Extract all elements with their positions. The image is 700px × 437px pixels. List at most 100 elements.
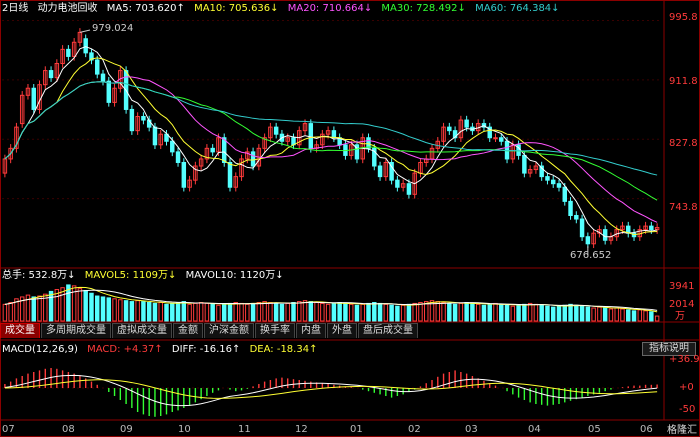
ma5-value: MA5: 703.620↑ <box>106 3 185 14</box>
brand-logo: 格隆汇 <box>667 425 697 436</box>
tab-multi-period-volume[interactable]: 多周期成交量 <box>41 323 111 338</box>
candle-down <box>210 147 215 153</box>
price-header: 2日线 动力电池回收 MA5: 703.620↑ MA10: 705.636↓ … <box>2 3 566 15</box>
volume-bar-down <box>499 303 504 322</box>
x-label-month: 02 <box>408 424 421 435</box>
ma30-value: MA30: 728.492↓ <box>381 3 466 14</box>
volume-bar-down <box>585 306 591 322</box>
period-label[interactable]: 2日线 <box>2 3 28 14</box>
volume-bar-up <box>77 288 83 322</box>
volume-axis-label: 2014 <box>669 299 695 310</box>
volume-bar-down <box>366 302 371 322</box>
macd-axis-label: -50 <box>679 404 696 415</box>
macd-value: MACD: +4.37↑ <box>87 344 163 355</box>
volume-bar-down <box>170 302 175 322</box>
tab-inner[interactable]: 内盘 <box>296 323 326 338</box>
x-label-month: 08 <box>62 424 75 435</box>
volume-bar-down <box>487 303 492 322</box>
x-label-month: 01 <box>350 424 363 435</box>
ma60-value: MA60: 764.384↓ <box>475 3 560 14</box>
candle-down <box>562 186 567 202</box>
volume-bar-up <box>400 304 406 322</box>
volume-bar-down <box>146 302 152 322</box>
candle-down <box>100 73 106 82</box>
candle-down <box>499 137 504 142</box>
volume-bar-down <box>464 302 469 322</box>
candle-down <box>556 183 562 188</box>
volume-bar-down <box>631 310 637 322</box>
candle-down <box>545 176 550 181</box>
high-annotation: 979.024 <box>92 23 134 34</box>
tab-amount[interactable]: 金额 <box>173 323 203 338</box>
candle-down <box>395 179 400 188</box>
volume-bar-down <box>504 304 510 322</box>
volume-bar-down <box>406 303 412 322</box>
volume-bar-up <box>262 301 267 322</box>
candle-down <box>464 119 469 128</box>
volume-bar-down <box>481 304 487 322</box>
volume-bar-down <box>574 304 579 322</box>
tab-volume[interactable]: 成交量 <box>0 323 40 338</box>
volume-bar-up <box>216 304 221 322</box>
volume-header: 总手: 532.8万↓ MAVOL5: 1109万↓ MAVOL10: 1120… <box>2 270 290 282</box>
candle-down <box>66 48 71 57</box>
volume-bar-up <box>591 307 596 322</box>
price-axis-label: 911.8 <box>669 76 698 87</box>
volume-bar-down <box>372 302 377 322</box>
candle-down <box>152 126 158 146</box>
volume-bar-down <box>516 304 521 322</box>
volume-bar-down <box>227 302 233 322</box>
macd-title: MACD(12,26,9) <box>2 344 78 355</box>
stock-chart-window: 2日线 动力电池回收 MA5: 703.620↑ MA10: 705.636↓ … <box>0 0 700 437</box>
price-axis-label: 743.8 <box>669 202 698 213</box>
volume-bar-up <box>412 302 417 322</box>
x-label-month: 12 <box>295 424 308 435</box>
candle-down <box>550 179 556 185</box>
volume-bar-down <box>649 311 654 322</box>
tab-virtual-volume[interactable]: 虚拟成交量 <box>112 323 172 338</box>
x-label-month: 06 <box>640 424 653 435</box>
candle-down <box>308 123 314 149</box>
volume-bar-down <box>343 302 348 322</box>
tab-outer[interactable]: 外盘 <box>327 323 357 338</box>
volume-bar-up <box>620 308 625 322</box>
volume-bar-down <box>291 302 296 322</box>
volume-bar-up <box>458 302 464 322</box>
volume-bar-down <box>354 304 360 322</box>
volume-bar-up <box>60 287 65 322</box>
volume-bar-down <box>106 297 112 322</box>
volume-bar-down <box>210 303 215 322</box>
price-axis-label: 827.8 <box>669 138 698 149</box>
volume-bar-down <box>602 307 608 322</box>
candle-down <box>250 151 256 167</box>
volume-bar-up <box>475 303 481 322</box>
tab-sh-sz-amount[interactable]: 沪深金额 <box>204 323 254 338</box>
volume-bar-up <box>348 303 354 322</box>
volume-bar-down <box>389 304 394 322</box>
volume-bar-up <box>383 303 389 322</box>
volume-bar-up <box>37 295 42 322</box>
volume-bar-down <box>141 301 146 322</box>
ma20-line <box>4 76 658 223</box>
volume-bar-up <box>158 302 163 322</box>
tab-after-hours-volume[interactable]: 盘后成交量 <box>358 323 418 338</box>
volume-bar-up <box>135 300 140 322</box>
tab-turnover[interactable]: 换手率 <box>255 323 295 338</box>
volume-bar-up <box>245 303 250 322</box>
volume-bar-up <box>325 303 331 322</box>
candle-down <box>568 200 573 217</box>
dea-value: DEA: -18.34↑ <box>249 344 318 355</box>
volume-bar-down <box>250 302 256 322</box>
ma10-value: MA10: 705.636↓ <box>194 3 279 14</box>
volume-bar-up <box>2 303 8 322</box>
volume-axis-label: 3941 <box>669 281 695 292</box>
volume-bar-up <box>424 301 429 322</box>
volume-bar-up <box>187 303 192 322</box>
candle-down <box>83 38 88 54</box>
volume-bar-down <box>522 303 527 322</box>
macd-axis-label: +0 <box>679 382 694 393</box>
volume-bar-down <box>164 303 169 322</box>
x-label-month: 04 <box>528 424 541 435</box>
volume-bar-up <box>637 309 643 322</box>
candle-down <box>95 59 100 75</box>
